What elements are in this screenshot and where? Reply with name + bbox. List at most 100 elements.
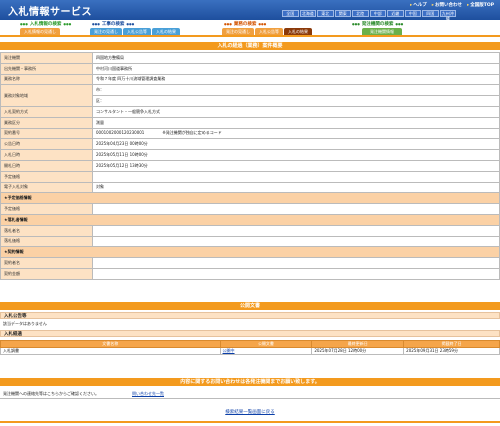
row-label: 電子入札対象 — [0, 181, 93, 194]
doc-link[interactable]: 公開中 — [223, 348, 235, 353]
section-row: ★落札者情報 — [0, 213, 500, 226]
row-value: 令和７年度 四万十川流域管理調査業務 — [92, 73, 500, 86]
table-row: 公告日時 2025年04月23日 00時00分 — [0, 138, 500, 151]
section-heading: ★落札者情報 — [0, 213, 500, 226]
header-divider — [0, 35, 500, 37]
row-value: 測量 — [92, 116, 500, 129]
row-value: コンサルタント・一般競争入札方式 — [92, 105, 500, 118]
col-doc: 公開文書 — [219, 340, 313, 348]
tab-services-outlook[interactable]: 発注の見通し — [222, 28, 254, 35]
menu-title-services: 業務の検索 — [222, 21, 268, 27]
tab-construction-outlook[interactable]: 発注の見通し — [90, 28, 122, 35]
table-header-row: 文書名称 公開文書 最終更新日 掲載終了日 — [0, 340, 500, 348]
row-label: 業務区分 — [0, 116, 93, 129]
row-label: 落札者名 — [0, 224, 93, 237]
table-row: 契約者名 — [0, 257, 500, 269]
row-label: 発注機関 — [0, 52, 93, 64]
row-label: 出先機関・事務所 — [0, 62, 93, 75]
table-row: 開札日時 2025年05月12日 13時30分 — [0, 159, 500, 172]
table-row: 電子入札対象 対象 — [0, 181, 500, 194]
back-to-results-link[interactable]: 検索結果一覧画面に戻る — [225, 410, 275, 415]
tab-services-notice[interactable]: 入札公告等 — [255, 28, 283, 35]
doc-link-cell: 公開中 — [219, 347, 313, 355]
result-heading: 入札経過 — [0, 330, 500, 337]
row-value: 2025年04月23日 00時00分 — [92, 138, 500, 151]
row-label: 業務対象地域 — [0, 84, 93, 107]
table-row: 契約番号 0001002000120230001 ※発注機関が独自に定めるコード — [0, 127, 500, 140]
row-label: 入札日時 — [0, 149, 93, 161]
row-value — [92, 257, 500, 269]
contract-number: 0001002000120230001 — [96, 130, 145, 136]
doc-updated: 2025年07月28日 12時00分 — [311, 347, 405, 355]
documents-table: 文書名称 公開文書 最終更新日 掲載終了日 入札調書 公開中 2025年07月2… — [0, 340, 500, 355]
menu-title-construction: 工事の検索 — [90, 21, 136, 27]
help-link[interactable]: ヘルプ — [410, 2, 427, 8]
row-value — [92, 224, 500, 237]
table-row: 発注機関 四国地方整備局 — [0, 52, 500, 64]
region-hokkaido[interactable]: 北海道 — [299, 10, 316, 17]
table-row: 落札価格 — [0, 235, 500, 248]
col-updated: 最終更新日 — [311, 340, 405, 348]
menu-tabs-construction: 発注の見通し 入札公告等 入札の結果 — [90, 28, 180, 35]
row-value: 中村河川国道事務所 — [92, 62, 500, 75]
menu-title-agency: 発注機関の検索 — [350, 21, 405, 27]
row-label: 落札価格 — [0, 235, 93, 248]
row-label: 開札日時 — [0, 159, 93, 172]
row-label: 予定価格 — [0, 203, 93, 215]
utility-links: ヘルプ お問い合わせ 全国版TOP — [410, 2, 494, 8]
table-row: 予定価格 — [0, 170, 500, 183]
contact-text: 発注機関への連絡先等はこちらからご確認ください。 — [3, 391, 99, 396]
tab-construction-result[interactable]: 入札の結果 — [152, 28, 180, 35]
row-label: 公告日時 — [0, 138, 93, 151]
row-value: 市： — [92, 84, 500, 97]
row-value — [92, 267, 500, 280]
region-kanto[interactable]: 関東 — [334, 10, 351, 17]
row-label: 業務名称 — [0, 73, 93, 86]
section-heading: ★契約情報 — [0, 246, 500, 259]
site-logo[interactable]: 入札情報サービス — [8, 3, 92, 18]
table-row: 落札者名 — [0, 224, 500, 237]
contact-list-link[interactable]: 問い合わせ先一覧 — [132, 391, 164, 397]
region-chugoku[interactable]: 中国 — [404, 10, 421, 17]
row-label: 予定価格 — [0, 170, 93, 183]
tab-agency-info[interactable]: 発注機関情報 — [362, 28, 402, 35]
contact-link[interactable]: お問い合わせ — [432, 2, 462, 8]
row-value — [92, 235, 500, 248]
table-row: 入札契約方式 コンサルタント・一般競争入札方式 — [0, 105, 500, 118]
row-label: 契約金額 — [0, 267, 93, 280]
table-row: 予定価格 — [0, 203, 500, 215]
region-chubu[interactable]: 中部 — [369, 10, 386, 17]
tab-outlook-left[interactable]: 入札情報の見通し — [20, 28, 60, 35]
row-label: 契約番号 — [0, 127, 93, 140]
back-link-wrap: 検索結果一覧画面に戻る — [0, 409, 500, 415]
section-row: ★契約情報 — [0, 246, 500, 259]
region-zenkoku[interactable]: 全国 — [282, 10, 299, 17]
tab-services-result[interactable]: 入札の結果 — [284, 28, 312, 35]
region-kyushu[interactable]: 九州沖縄 — [439, 10, 456, 21]
table-row: 入札調書 公開中 2025年07月28日 12時00分 2025年09月31日 … — [0, 347, 500, 355]
region-shikoku[interactable]: 四国 — [422, 10, 439, 17]
region-kinki[interactable]: 近畿 — [387, 10, 404, 17]
contact-row: 発注機関への連絡先等はこちらからご確認ください。 問い合わせ先一覧 — [0, 390, 500, 399]
row-value: 区： — [92, 95, 500, 107]
menu-tabs-left: 入札情報の見通し — [20, 28, 60, 35]
row-value: 2025年05月11日 10時00分 — [92, 149, 500, 161]
doc-name: 入札調書 — [0, 347, 221, 355]
contract-note: ※発注機関が独自に定めるコード — [162, 130, 222, 136]
section-heading: ★予定価格情報 — [0, 192, 500, 205]
table-row: 出先機関・事務所 中村河川国道事務所 — [0, 62, 500, 75]
row-label: 契約者名 — [0, 257, 93, 269]
tab-construction-notice[interactable]: 入札公告等 — [123, 28, 151, 35]
menu-tabs-services: 発注の見通し 入札公告等 入札の結果 — [222, 28, 312, 35]
region-hokuriku[interactable]: 北陸 — [352, 10, 369, 17]
table-row: 業務対象地域 市： — [0, 84, 500, 107]
notice-empty-text: 該当データはありません — [3, 321, 47, 326]
col-end: 掲載終了日 — [403, 340, 500, 348]
page-title: 入札の経過（業務）案件概要 — [0, 42, 500, 50]
row-value: 0001002000120230001 ※発注機関が独自に定めるコード — [92, 127, 500, 140]
top-link[interactable]: 全国版TOP — [467, 2, 494, 8]
col-doc-name: 文書名称 — [0, 340, 221, 348]
region-tohoku[interactable]: 東北 — [317, 10, 334, 17]
table-row: 契約金額 — [0, 267, 500, 280]
region-nav-row1: 全国 北海道 東北 関東 北陸 中部 近畿 中国 四国 九州沖縄 — [282, 10, 456, 21]
